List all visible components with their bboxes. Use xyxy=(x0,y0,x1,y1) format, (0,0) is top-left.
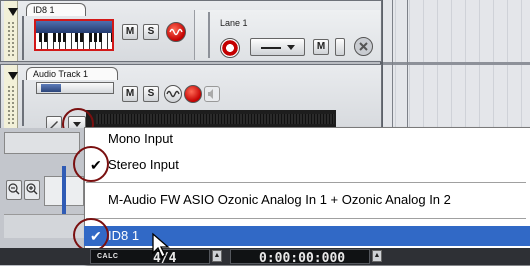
solo-button[interactable]: S xyxy=(143,86,159,102)
annotation-circle xyxy=(73,218,109,252)
lane-mute-button[interactable]: M xyxy=(313,39,329,55)
lane-dropdown[interactable] xyxy=(250,38,305,56)
menu-separator xyxy=(86,218,526,219)
menu-item-label: M-Audio FW ASIO Ozonic Analog In 1 + Ozo… xyxy=(108,192,451,207)
track-bracket xyxy=(22,80,24,126)
arrange-timeline[interactable] xyxy=(382,0,530,128)
position-up-button[interactable]: ▲ xyxy=(372,250,382,262)
mute-button[interactable]: M xyxy=(122,86,138,102)
monitor-wave-icon xyxy=(166,90,180,98)
speaker-icon[interactable] xyxy=(204,86,220,102)
menu-item-label: Mono Input xyxy=(108,131,174,146)
menu-item-label: Stereo Input xyxy=(108,157,179,172)
mute-button[interactable]: M xyxy=(122,24,138,40)
footer-strip xyxy=(4,132,80,154)
menu-item-stereo-input[interactable]: ✔ Stereo Input xyxy=(84,155,530,175)
annotation-circle xyxy=(73,146,109,182)
close-icon xyxy=(359,42,368,51)
lane-record-button[interactable] xyxy=(220,38,240,58)
lane-name-label[interactable]: Lane 1 xyxy=(220,18,248,28)
calc-label: CALC xyxy=(97,253,119,260)
timeline-bar-line xyxy=(407,0,408,128)
menu-item-label: ID8 1 xyxy=(108,228,140,243)
monitor-button[interactable] xyxy=(164,85,182,103)
zoom-in-button[interactable] xyxy=(24,180,40,200)
zoom-out-button[interactable] xyxy=(6,180,22,200)
solo-button[interactable]: S xyxy=(143,24,159,40)
time-signature-up-button[interactable]: ▲ xyxy=(212,250,222,262)
menu-item-mono-input[interactable]: Mono Input xyxy=(84,129,530,149)
monitor-wave-icon xyxy=(169,28,183,36)
keyboard-panel-graphic xyxy=(36,21,112,33)
timeline-bar-line xyxy=(392,0,393,128)
collapse-track-icon[interactable] xyxy=(8,72,18,80)
audio-waveform-icon xyxy=(36,82,114,94)
record-enable-button[interactable] xyxy=(166,22,186,42)
track-name-label[interactable]: ID8 1 xyxy=(26,3,86,16)
delete-lane-button[interactable] xyxy=(354,37,373,56)
chevron-down-icon xyxy=(287,45,295,50)
zoom-in-icon xyxy=(26,183,38,195)
record-enable-button[interactable] xyxy=(184,85,202,103)
menu-separator xyxy=(86,182,526,183)
position-display: 0:00:00:000 xyxy=(230,249,370,266)
footer-panel xyxy=(4,214,84,238)
collapse-track-icon[interactable] xyxy=(8,8,18,16)
mouse-pointer-icon xyxy=(152,232,170,258)
zoom-out-icon xyxy=(8,183,20,195)
keyboard-black-keys-graphic xyxy=(36,33,112,42)
lane-fader[interactable] xyxy=(335,38,345,56)
menu-item-ozonic-analog-input[interactable]: M-Audio FW ASIO Ozonic Analog In 1 + Ozo… xyxy=(84,190,530,210)
track-name-label[interactable]: Audio Track 1 xyxy=(26,67,118,80)
track-level-meter xyxy=(96,114,334,124)
position-value: 0:00:00:000 xyxy=(259,251,346,266)
track-bracket xyxy=(22,16,24,60)
lane-bracket xyxy=(208,12,210,58)
